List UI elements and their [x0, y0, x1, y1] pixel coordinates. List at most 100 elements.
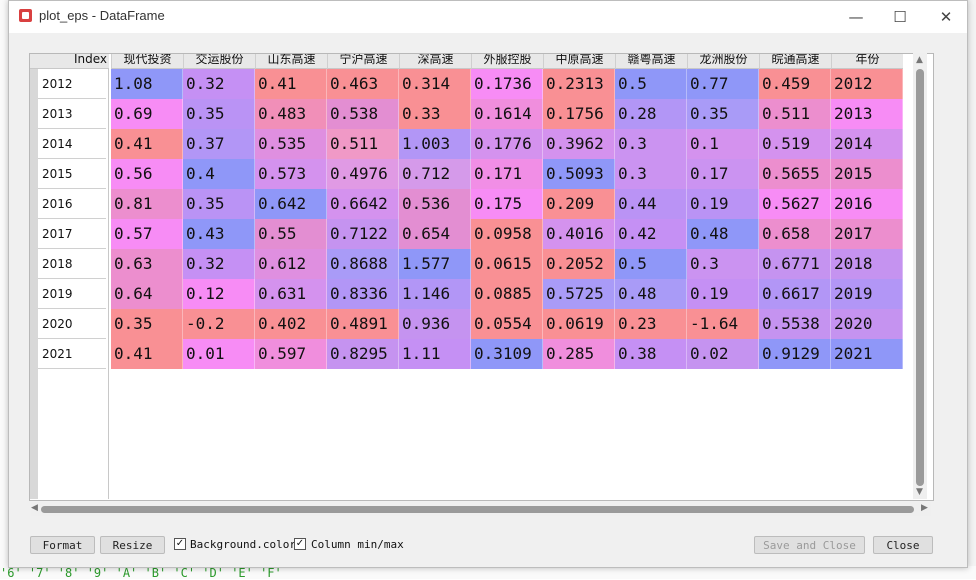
table-cell[interactable]: 0.8295: [327, 339, 399, 369]
table-cell[interactable]: 0.02: [687, 339, 759, 369]
table-cell[interactable]: 0.2052: [543, 249, 615, 279]
table-cell[interactable]: 1.577: [399, 249, 471, 279]
table-cell[interactable]: 2018: [831, 249, 903, 279]
maximize-button[interactable]: ☐: [885, 5, 915, 29]
table-cell[interactable]: 0.459: [759, 69, 831, 99]
table-cell[interactable]: 0.19: [687, 189, 759, 219]
table-cell[interactable]: 0.81: [111, 189, 183, 219]
table-cell[interactable]: 2013: [831, 99, 903, 129]
table-cell[interactable]: 0.936: [399, 309, 471, 339]
table-cell[interactable]: 0.1614: [471, 99, 543, 129]
column-header[interactable]: 宁沪高速: [327, 54, 399, 69]
index-cell[interactable]: 2016: [38, 189, 106, 219]
table-cell[interactable]: 0.654: [399, 219, 471, 249]
vertical-scrollbar[interactable]: ▲ ▼: [913, 53, 927, 499]
table-cell[interactable]: 0.5: [615, 249, 687, 279]
table-cell[interactable]: 0.69: [111, 99, 183, 129]
table-cell[interactable]: 0.5538: [759, 309, 831, 339]
table-cell[interactable]: 0.44: [615, 189, 687, 219]
column-header[interactable]: 山东高速: [255, 54, 327, 69]
column-header[interactable]: 皖通高速: [759, 54, 831, 69]
table-cell[interactable]: 0.6617: [759, 279, 831, 309]
table-cell[interactable]: 0.5725: [543, 279, 615, 309]
table-cell[interactable]: 0.6771: [759, 249, 831, 279]
table-cell[interactable]: 0.1736: [471, 69, 543, 99]
table-cell[interactable]: 0.33: [399, 99, 471, 129]
table-cell[interactable]: 1.146: [399, 279, 471, 309]
table-cell[interactable]: 0.28: [615, 99, 687, 129]
vertical-scroll-thumb[interactable]: [916, 69, 924, 486]
background-color-checkbox[interactable]: ✓: [174, 538, 186, 550]
table-cell[interactable]: 0.48: [687, 219, 759, 249]
table-cell[interactable]: 0.56: [111, 159, 183, 189]
table-cell[interactable]: 0.712: [399, 159, 471, 189]
table-cell[interactable]: 0.55: [255, 219, 327, 249]
index-cell[interactable]: 2014: [38, 129, 106, 159]
column-header[interactable]: 深高速: [399, 54, 471, 69]
table-cell[interactable]: -1.64: [687, 309, 759, 339]
table-cell[interactable]: 0.0619: [543, 309, 615, 339]
table-cell[interactable]: 0.3: [687, 249, 759, 279]
table-cell[interactable]: 0.23: [615, 309, 687, 339]
table-cell[interactable]: 0.19: [687, 279, 759, 309]
index-cell[interactable]: 2013: [38, 99, 106, 129]
table-cell[interactable]: 0.5655: [759, 159, 831, 189]
column-minmax-checkbox[interactable]: ✓: [294, 538, 306, 550]
table-cell[interactable]: 0.35: [183, 189, 255, 219]
table-cell[interactable]: 0.43: [183, 219, 255, 249]
table-cell[interactable]: 0.4016: [543, 219, 615, 249]
table-cell[interactable]: 0.4: [183, 159, 255, 189]
resize-button[interactable]: Resize: [100, 536, 165, 554]
table-cell[interactable]: 0.0958: [471, 219, 543, 249]
index-cell[interactable]: 2021: [38, 339, 106, 369]
scroll-up-icon[interactable]: ▲: [916, 55, 923, 65]
table-cell[interactable]: 0.6642: [327, 189, 399, 219]
scroll-right-icon[interactable]: ▶: [921, 503, 928, 513]
table-cell[interactable]: 0.658: [759, 219, 831, 249]
table-cell[interactable]: 0.171: [471, 159, 543, 189]
index-cell[interactable]: 2018: [38, 249, 106, 279]
table-cell[interactable]: 0.612: [255, 249, 327, 279]
table-cell[interactable]: 0.597: [255, 339, 327, 369]
column-header[interactable]: 中原高速: [543, 54, 615, 69]
format-button[interactable]: Format: [30, 536, 95, 554]
table-cell[interactable]: 0.9129: [759, 339, 831, 369]
table-cell[interactable]: 0.3109: [471, 339, 543, 369]
table-cell[interactable]: 0.35: [183, 99, 255, 129]
scroll-down-icon[interactable]: ▼: [916, 487, 923, 497]
table-cell[interactable]: 2020: [831, 309, 903, 339]
table-cell[interactable]: 0.42: [615, 219, 687, 249]
table-cell[interactable]: 0.511: [759, 99, 831, 129]
table-cell[interactable]: 0.57: [111, 219, 183, 249]
table-cell[interactable]: 0.32: [183, 69, 255, 99]
table-cell[interactable]: 1.08: [111, 69, 183, 99]
column-header[interactable]: 交运股份: [183, 54, 255, 69]
table-cell[interactable]: 0.8688: [327, 249, 399, 279]
table-cell[interactable]: 0.38: [615, 339, 687, 369]
table-cell[interactable]: 0.4976: [327, 159, 399, 189]
table-cell[interactable]: 0.536: [399, 189, 471, 219]
table-cell[interactable]: 0.8336: [327, 279, 399, 309]
table-cell[interactable]: 1.11: [399, 339, 471, 369]
table-cell[interactable]: 0.1756: [543, 99, 615, 129]
scroll-left-icon[interactable]: ◀: [31, 503, 38, 513]
table-cell[interactable]: 0.17: [687, 159, 759, 189]
table-cell[interactable]: 2017: [831, 219, 903, 249]
table-cell[interactable]: 0.01: [183, 339, 255, 369]
table-cell[interactable]: 0.4891: [327, 309, 399, 339]
table-cell[interactable]: 0.1776: [471, 129, 543, 159]
close-button[interactable]: Close: [873, 536, 933, 554]
table-cell[interactable]: 0.0615: [471, 249, 543, 279]
table-cell[interactable]: 0.3: [615, 159, 687, 189]
index-cell[interactable]: 2017: [38, 219, 106, 249]
table-cell[interactable]: 0.12: [183, 279, 255, 309]
table-cell[interactable]: 0.285: [543, 339, 615, 369]
horizontal-scroll-thumb[interactable]: [41, 506, 914, 513]
table-cell[interactable]: 2015: [831, 159, 903, 189]
horizontal-scrollbar[interactable]: ◀ ▶: [31, 502, 931, 516]
table-cell[interactable]: 0.2313: [543, 69, 615, 99]
table-cell[interactable]: 0.5627: [759, 189, 831, 219]
table-cell[interactable]: 2012: [831, 69, 903, 99]
table-cell[interactable]: 0.0885: [471, 279, 543, 309]
table-cell[interactable]: 0.642: [255, 189, 327, 219]
